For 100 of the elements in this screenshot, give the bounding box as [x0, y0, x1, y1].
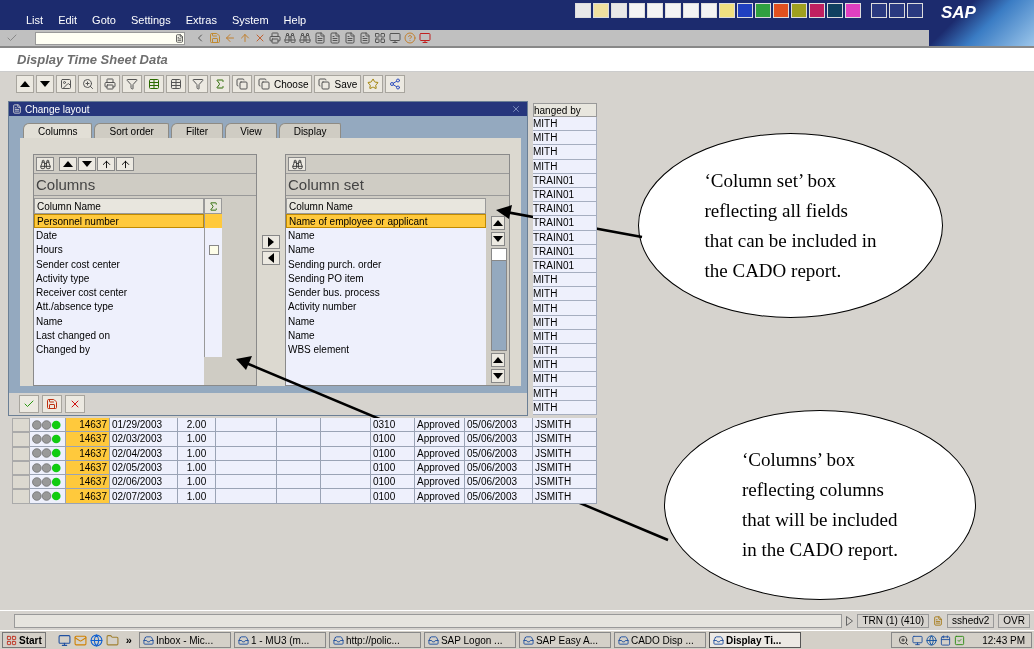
table-cell: MITH — [533, 358, 597, 373]
menu-item[interactable]: List — [26, 14, 44, 26]
table-cell: 0100 — [371, 489, 415, 504]
table-cell — [321, 432, 371, 447]
column-entry[interactable]: Date — [34, 228, 204, 243]
search-icon — [898, 634, 910, 646]
taskbar-button[interactable]: Inbox - Mic... — [138, 632, 231, 648]
menu-item[interactable]: Edit — [58, 14, 78, 26]
move-up-button[interactable] — [59, 157, 77, 171]
app-icon — [332, 634, 344, 646]
sum-button[interactable] — [210, 75, 230, 93]
app-icon — [712, 634, 724, 646]
cancel-button[interactable] — [65, 395, 85, 413]
menu-item[interactable]: Help — [283, 14, 307, 26]
binoculars-icon — [284, 32, 296, 44]
column-entry[interactable]: Name — [286, 328, 486, 343]
column-entry[interactable]: Name — [286, 228, 486, 243]
menu-item[interactable]: Extras — [185, 14, 217, 26]
table-button[interactable] — [144, 75, 164, 93]
sigma-icon — [214, 78, 226, 90]
find-button[interactable] — [288, 157, 306, 171]
scroll-down-button[interactable] — [491, 369, 505, 383]
start-button[interactable]: Start — [2, 632, 46, 648]
move-bottom-button[interactable] — [116, 157, 134, 171]
column-entry[interactable]: Name — [34, 314, 204, 329]
column-entry[interactable]: Last changed on — [34, 328, 204, 343]
application-icon[interactable] — [809, 3, 825, 18]
screen-title: Display Time Sheet Data — [17, 52, 168, 67]
column-header[interactable]: Column Name — [286, 198, 486, 214]
sum-header[interactable] — [204, 198, 222, 214]
down-button[interactable] — [36, 75, 54, 93]
add-column-button[interactable] — [262, 235, 280, 249]
globe-icon — [89, 633, 103, 647]
find-button[interactable] — [36, 157, 54, 171]
table-cell: MITH — [533, 372, 597, 387]
column-entry[interactable]: Activity type — [34, 271, 204, 286]
sum-checkbox[interactable] — [208, 244, 219, 255]
scroll-up-button[interactable] — [491, 216, 505, 230]
more-button[interactable]: » — [125, 634, 132, 646]
tool-button[interactable] — [363, 75, 384, 93]
down-triangle-icon — [40, 81, 50, 87]
column-entry[interactable]: Receiver cost center — [34, 285, 204, 300]
column-entry[interactable]: Name — [286, 314, 486, 329]
taskbar-button[interactable]: CADO Disp ... — [613, 632, 706, 648]
remove-column-button[interactable] — [262, 251, 280, 265]
menu-item[interactable]: Goto — [92, 14, 116, 26]
move-top-button[interactable] — [97, 157, 115, 171]
tab[interactable]: Columns — [23, 123, 93, 138]
command-field[interactable] — [35, 31, 185, 45]
taskbar-button[interactable]: SAP Logon ... — [423, 632, 516, 648]
taskbar-button[interactable]: 1 - MU3 (m... — [233, 632, 326, 648]
scroll-down-button[interactable] — [491, 232, 505, 246]
filter-button[interactable] — [188, 75, 208, 93]
copy-button[interactable] — [232, 75, 252, 93]
confirm-button[interactable] — [19, 395, 39, 413]
table-cell: JSMITH — [533, 489, 597, 504]
down-triangle-icon — [493, 373, 503, 379]
right-triangle-icon[interactable] — [846, 615, 854, 626]
sum-cell — [205, 214, 222, 229]
tab[interactable]: Display — [278, 123, 342, 138]
save-button[interactable] — [42, 395, 62, 413]
column-entry[interactable]: Sending PO item — [286, 271, 486, 286]
scrollbar-track[interactable] — [491, 248, 507, 351]
scroll-up-button[interactable] — [491, 353, 505, 367]
zoom-button[interactable] — [78, 75, 98, 93]
page-icon — [329, 32, 341, 44]
print-button[interactable] — [100, 75, 120, 93]
up-button[interactable] — [16, 75, 34, 93]
table-cell: 1.00 — [178, 475, 216, 490]
taskbar-button[interactable]: Display Ti... — [708, 632, 801, 648]
menu-item[interactable]: Settings — [130, 14, 171, 26]
table-cell: MITH — [533, 145, 597, 160]
column-entry[interactable]: Personnel number — [34, 214, 204, 229]
scrollbar-thumb[interactable] — [492, 249, 506, 261]
tab[interactable]: Sort order — [94, 123, 169, 138]
table-cell — [216, 418, 277, 433]
table-cell: 01/29/2003 — [110, 418, 178, 433]
app-icon — [617, 634, 629, 646]
taskbar-button[interactable]: http://polic... — [328, 632, 421, 648]
table-button[interactable] — [166, 75, 186, 93]
column-entry[interactable]: Name of employee or applicant — [286, 214, 486, 229]
details-button[interactable] — [56, 75, 76, 93]
share-button[interactable] — [385, 75, 406, 93]
binoculars-icon — [291, 158, 303, 170]
move-down-button[interactable] — [78, 157, 96, 171]
column-header[interactable]: Column Name — [34, 198, 204, 214]
toolbar-button[interactable]: Choose — [254, 75, 313, 93]
taskbar-button[interactable]: SAP Easy A... — [518, 632, 611, 648]
table-cell: Approved — [415, 475, 465, 490]
tab[interactable]: Filter — [170, 123, 224, 138]
column-entry[interactable]: Sender bus. process — [286, 285, 486, 300]
application-icon[interactable] — [827, 3, 843, 18]
application-icon[interactable] — [737, 3, 753, 18]
tab[interactable]: View — [225, 123, 277, 138]
column-header[interactable]: hanged by — [533, 103, 597, 117]
filter-button[interactable] — [122, 75, 142, 93]
menu-item[interactable]: System — [231, 14, 269, 26]
table-cell — [216, 489, 277, 504]
toolbar-button[interactable]: Save — [314, 75, 362, 93]
status-item: sshedv2 — [947, 613, 995, 628]
